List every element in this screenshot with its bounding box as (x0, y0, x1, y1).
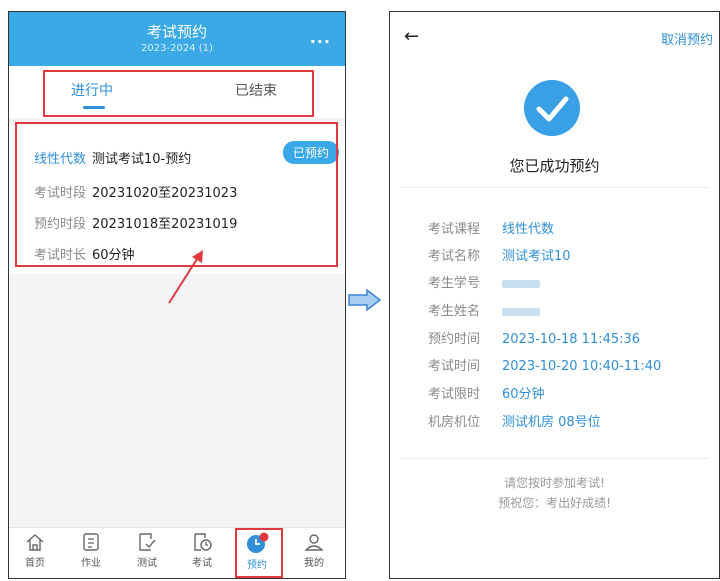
nav-exam-label: 考试 (192, 558, 212, 569)
info-label: 考试时间 (428, 359, 481, 374)
info-value: 测试考试10 (502, 249, 571, 264)
card-highlight-box (15, 122, 338, 267)
cancel-booking-button[interactable]: 取消预约 (661, 29, 713, 48)
tabs-highlight-box (43, 70, 314, 117)
info-value: 2023-10-20 10:40-11:40 (502, 359, 662, 374)
info-student-name-row: 考生姓名 (428, 300, 540, 319)
app-header: 考试预约 2023-2024 (1) ... (9, 12, 345, 66)
info-booking-time-row: 预约时间 2023-10-18 11:45:36 (428, 328, 640, 347)
nav-test-label: 测试 (137, 558, 157, 569)
info-value: 2023-10-18 11:45:36 (502, 332, 641, 347)
nav-profile[interactable]: 我的 (294, 532, 334, 569)
term-subtitle: 2023-2024 (1) (141, 43, 213, 54)
redacted-student-id (502, 279, 540, 288)
homework-icon (83, 533, 99, 551)
back-arrow-icon[interactable]: ← (404, 26, 419, 47)
booking-list-screen: 考试预约 2023-2024 (1) ... 进行中 已结束 线性代数 测试考试1… (8, 11, 346, 579)
annotation-arrow-icon (168, 250, 203, 304)
booking-success-screen: ← 取消预约 您已成功预约 考试课程 线性代数 考试名称 测试考试10 考生学号 考… (389, 11, 720, 579)
divider-top (400, 187, 709, 188)
info-value: 线性代数 (502, 222, 555, 237)
nav-test[interactable]: 测试 (127, 532, 167, 569)
nav-booking-highlight-box (235, 528, 283, 578)
info-label: 机房机位 (428, 415, 481, 430)
test-icon (139, 533, 156, 551)
divider-bottom (400, 458, 709, 459)
nav-profile-label: 我的 (304, 558, 324, 569)
user-icon (304, 534, 324, 551)
info-exam-name-row: 考试名称 测试考试10 (428, 245, 571, 264)
wish-note: 预祝您：考出好成绩! (498, 496, 611, 510)
home-icon (26, 534, 44, 551)
exam-icon (194, 533, 212, 551)
flow-arrow-icon (348, 288, 382, 312)
nav-exam[interactable]: 考试 (182, 532, 222, 569)
more-menu-button[interactable]: ... (310, 28, 331, 47)
reminder-note: 请您按时参加考试! (504, 476, 605, 490)
info-student-id-row: 考生学号 (428, 272, 540, 291)
info-label: 考生姓名 (428, 304, 481, 319)
nav-home[interactable]: 首页 (15, 532, 55, 569)
info-value: 测试机房 08号位 (502, 415, 601, 430)
info-seat-row: 机房机位 测试机房 08号位 (428, 411, 601, 430)
info-course-row: 考试课程 线性代数 (428, 218, 554, 237)
nav-homework-label: 作业 (81, 558, 101, 569)
bottom-nav: 首页 作业 测试 考试 预约 我的 (9, 527, 345, 578)
info-label: 考试名称 (428, 249, 481, 264)
info-label: 考生学号 (428, 276, 481, 291)
page-title: 考试预约 (146, 23, 207, 41)
info-label: 考试限时 (428, 387, 481, 402)
info-label: 考试课程 (428, 222, 481, 237)
success-message: 您已成功预约 (509, 157, 600, 175)
nav-home-label: 首页 (25, 558, 45, 569)
redacted-student-name (502, 307, 540, 316)
info-label: 预约时间 (428, 332, 481, 347)
success-check-icon (524, 80, 580, 136)
info-value: 60分钟 (502, 387, 545, 402)
info-exam-time-row: 考试时间 2023-10-20 10:40-11:40 (428, 355, 661, 374)
info-time-limit-row: 考试限时 60分钟 (428, 383, 545, 402)
nav-homework[interactable]: 作业 (71, 532, 111, 569)
